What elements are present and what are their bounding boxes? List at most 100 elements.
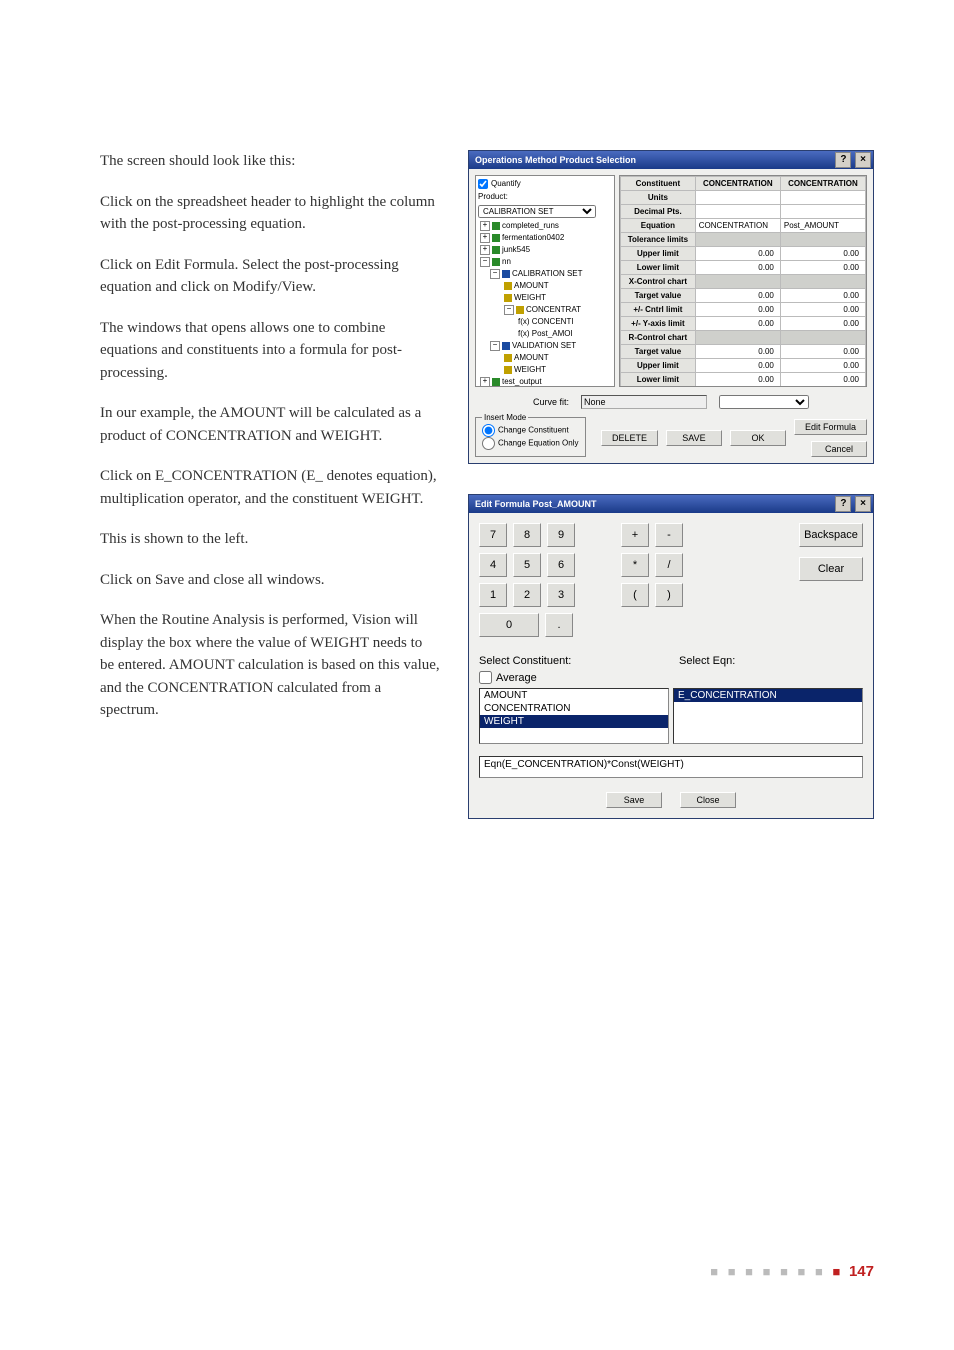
key-rparen[interactable]: ): [655, 583, 683, 607]
average-checkbox[interactable]: [479, 671, 492, 684]
select-eqn-label: Select Eqn:: [679, 655, 735, 667]
key-plus[interactable]: +: [621, 523, 649, 547]
constituent-grid[interactable]: ConstituentCONCENTRATIONCONCENTRATION Un…: [619, 175, 867, 387]
save-button[interactable]: Save: [606, 792, 662, 808]
curvefit-field: [581, 395, 707, 409]
close-button[interactable]: Close: [680, 792, 736, 808]
delete-button[interactable]: DELETE: [601, 430, 658, 446]
grid-cell[interactable]: 0.00: [695, 373, 780, 387]
key-7[interactable]: 7: [479, 523, 507, 547]
key-6[interactable]: 6: [547, 553, 575, 577]
key-lparen[interactable]: (: [621, 583, 649, 607]
tree-item[interactable]: fermentation0402: [502, 233, 564, 242]
tree-item[interactable]: f(x) CONCENTI: [518, 317, 574, 326]
tree-item[interactable]: WEIGHT: [514, 293, 546, 302]
grid-cell[interactable]: 0.00: [695, 345, 780, 359]
grid-cell[interactable]: 0.00: [695, 359, 780, 373]
key-8[interactable]: 8: [513, 523, 541, 547]
key-3[interactable]: 3: [547, 583, 575, 607]
grid-cell[interactable]: 0.00: [695, 289, 780, 303]
window-titlebar[interactable]: Operations Method Product Selection ? ×: [469, 151, 873, 169]
grid-cell[interactable]: 0.00: [695, 317, 780, 331]
tree-item[interactable]: VALIDATION SET: [512, 341, 576, 350]
grid-cell[interactable]: 0.00: [780, 345, 865, 359]
grid-cell[interactable]: 0.00: [695, 247, 780, 261]
list-item-selected[interactable]: WEIGHT: [480, 715, 668, 728]
calibration-set-select[interactable]: CALIBRATION SET: [478, 205, 596, 218]
ok-button[interactable]: OK: [730, 430, 786, 446]
quantify-checkbox[interactable]: [478, 179, 488, 189]
tree-item[interactable]: AMOUNT: [514, 353, 549, 362]
grid-cell[interactable]: 0.00: [780, 317, 865, 331]
list-item[interactable]: CONCENTRATION: [480, 702, 668, 715]
constituent-listbox[interactable]: AMOUNT CONCENTRATION WEIGHT: [479, 688, 669, 744]
close-icon[interactable]: ×: [855, 496, 871, 512]
grid-header-col2[interactable]: CONCENTRATION: [780, 177, 865, 191]
cancel-button[interactable]: Cancel: [811, 441, 867, 457]
tree-item[interactable]: nn: [502, 257, 511, 266]
grid-row-header: Y-axis max: [621, 387, 696, 388]
list-item-selected[interactable]: E_CONCENTRATION: [674, 689, 862, 702]
insert-mode-group: Insert Mode Change Constituent Change Eq…: [475, 413, 586, 457]
grid-header-constituent[interactable]: Constituent: [621, 177, 696, 191]
backspace-button[interactable]: Backspace: [799, 523, 863, 547]
grid-cell[interactable]: 0.00: [695, 387, 780, 388]
grid-cell[interactable]: 0.00: [780, 247, 865, 261]
product-selection-window: Operations Method Product Selection ? × …: [468, 150, 874, 464]
formula-field[interactable]: Eqn(E_CONCENTRATION)*Const(WEIGHT): [479, 756, 863, 778]
tree-item[interactable]: completed_runs: [502, 221, 559, 230]
body-text-column: The screen should look like this: Click …: [100, 150, 440, 849]
para-4: The windows that opens allows one to com…: [100, 317, 440, 385]
grid-cell[interactable]: 0.00: [780, 359, 865, 373]
grid-cell[interactable]: 0.00: [695, 303, 780, 317]
key-divide[interactable]: /: [655, 553, 683, 577]
key-dot[interactable]: .: [545, 613, 573, 637]
key-2[interactable]: 2: [513, 583, 541, 607]
insert-mode-legend: Insert Mode: [482, 413, 528, 422]
tree-item[interactable]: AMOUNT: [514, 281, 549, 290]
close-icon[interactable]: ×: [855, 152, 871, 168]
grid-cell[interactable]: CONCENTRATION: [695, 219, 780, 233]
grid-cell[interactable]: 0.00: [780, 387, 865, 388]
tree-item[interactable]: CONCENTRAT: [526, 305, 581, 314]
grid-cell[interactable]: 0.00: [780, 373, 865, 387]
grid-cell[interactable]: 0.00: [695, 261, 780, 275]
curvefit-select[interactable]: [719, 395, 809, 409]
tree-item[interactable]: WEIGHT: [514, 365, 546, 374]
edit-formula-button[interactable]: Edit Formula: [794, 419, 867, 435]
select-constituent-label: Select Constituent:: [479, 655, 679, 667]
key-minus[interactable]: -: [655, 523, 683, 547]
para-7: This is shown to the left.: [100, 528, 440, 551]
grid-cell[interactable]: Post_AMOUNT: [780, 219, 865, 233]
tree-item[interactable]: junk545: [502, 245, 530, 254]
help-icon[interactable]: ?: [835, 496, 851, 512]
save-button[interactable]: SAVE: [666, 430, 722, 446]
key-4[interactable]: 4: [479, 553, 507, 577]
tree-item[interactable]: CALIBRATION SET: [512, 269, 583, 278]
tree-item[interactable]: f(x) Post_AMOI: [518, 329, 573, 338]
grid-row-header: Upper limit: [621, 247, 696, 261]
change-equation-radio[interactable]: [482, 437, 495, 450]
grid-cell[interactable]: 0.00: [780, 261, 865, 275]
tree-item[interactable]: test_output: [502, 377, 542, 386]
grid-row-header: Decimal Pts.: [621, 205, 696, 219]
grid-cell[interactable]: 0.00: [780, 289, 865, 303]
clear-button[interactable]: Clear: [799, 557, 863, 581]
window-titlebar[interactable]: Edit Formula Post_AMOUNT ? ×: [469, 495, 873, 513]
para-3: Click on Edit Formula. Select the post-p…: [100, 254, 440, 299]
grid-row-header: Equation: [621, 219, 696, 233]
key-0[interactable]: 0: [479, 613, 539, 637]
list-item[interactable]: AMOUNT: [480, 689, 668, 702]
equation-listbox[interactable]: E_CONCENTRATION: [673, 688, 863, 744]
para-2: Click on the spreadsheet header to highl…: [100, 191, 440, 236]
grid-header-col1[interactable]: CONCENTRATION: [695, 177, 780, 191]
grid-cell[interactable]: 0.00: [780, 303, 865, 317]
change-constituent-radio[interactable]: [482, 424, 495, 437]
grid-row-header: Target value: [621, 289, 696, 303]
help-icon[interactable]: ?: [835, 152, 851, 168]
key-5[interactable]: 5: [513, 553, 541, 577]
key-1[interactable]: 1: [479, 583, 507, 607]
para-5: In our example, the AMOUNT will be calcu…: [100, 402, 440, 447]
key-multiply[interactable]: *: [621, 553, 649, 577]
key-9[interactable]: 9: [547, 523, 575, 547]
